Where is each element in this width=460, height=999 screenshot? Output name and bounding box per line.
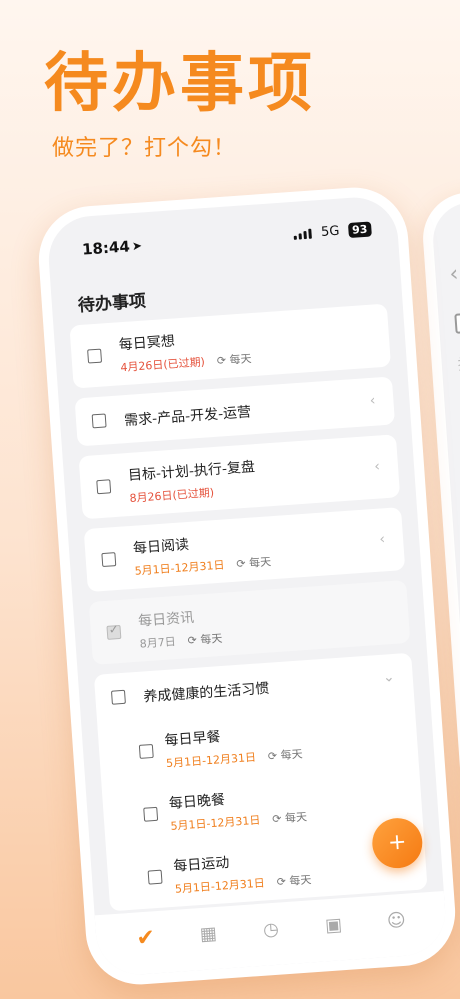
signal-icon bbox=[293, 228, 312, 240]
task-card[interactable]: 每日冥想 4月26日(已过期) ⟳ 每天 bbox=[69, 303, 392, 389]
subtask-checkbox[interactable] bbox=[147, 869, 163, 885]
repeat-icon: ⟳ 每天 bbox=[187, 631, 223, 648]
task-checkbox[interactable] bbox=[101, 551, 117, 567]
task-card[interactable]: 需求-产品-开发-运营 ‹ bbox=[74, 376, 396, 447]
subtask-date: 5月1日-12月31日 bbox=[174, 876, 266, 896]
phone-screen: 18:44 ➤ 5G 93 待办事项 每日冥想 4月26日(已过期) ⟳ 每天 bbox=[45, 194, 449, 978]
chevron-left-icon[interactable]: ‹ bbox=[374, 458, 381, 474]
task-checkbox[interactable] bbox=[87, 348, 103, 364]
repeat-icon: ⟳ 每天 bbox=[276, 873, 312, 889]
task-checkbox[interactable] bbox=[110, 689, 126, 705]
briefcase-icon[interactable]: ▣ bbox=[319, 910, 349, 940]
calendar-icon[interactable]: ▦ bbox=[193, 919, 223, 949]
task-repeat: 每天 bbox=[248, 555, 272, 570]
back-icon[interactable]: ‹ bbox=[449, 262, 460, 288]
hero-subtitle: 做完了？打个勾！ bbox=[52, 136, 237, 161]
task-date: 5月1日-12月31日 bbox=[134, 558, 225, 578]
task-date: 8月26日(已过期) bbox=[129, 486, 215, 505]
person-icon[interactable]: ☺ bbox=[381, 905, 411, 935]
task-card-done[interactable]: 每日资讯 8月7日 ⟳ 每天 bbox=[88, 579, 411, 665]
checkmark-icon[interactable]: ✔ bbox=[131, 923, 161, 953]
task-group-card[interactable]: 养成健康的生活习惯 ⌄ 每日早餐 5月1日-12月31日 ⟳ 每天 每日晚餐 5… bbox=[93, 652, 428, 912]
subtask-checkbox[interactable] bbox=[143, 806, 159, 822]
network-label: 5G bbox=[320, 223, 340, 240]
task-checkbox[interactable] bbox=[96, 478, 112, 494]
chevron-down-icon[interactable]: ⌄ bbox=[382, 669, 395, 686]
subtask-checkbox[interactable] bbox=[138, 743, 154, 759]
status-time: 18:44 bbox=[81, 237, 131, 259]
task-date: 4月26日(已过期) bbox=[120, 355, 206, 375]
subtask-list: 每日早餐 5月1日-12月31日 ⟳ 每天 每日晚餐 5月1日-12月31日 ⟳… bbox=[97, 701, 427, 912]
task-date: 8月7日 bbox=[139, 635, 177, 651]
task-list: 每日冥想 4月26日(已过期) ⟳ 每天 需求-产品-开发-运营 ‹ 目标-计划… bbox=[69, 303, 428, 922]
repeat-icon: ⟳ 每天 bbox=[271, 810, 308, 826]
task-card[interactable]: 目标-计划-执行-复盘 8月26日(已过期) ‹ bbox=[78, 434, 401, 520]
task-checkbox[interactable] bbox=[91, 413, 107, 429]
main-phone: 18:44 ➤ 5G 93 待办事项 每日冥想 4月26日(已过期) ⟳ 每天 bbox=[35, 184, 459, 988]
task-repeat: 每天 bbox=[229, 352, 252, 367]
subtask-date: 5月1日-12月31日 bbox=[170, 813, 261, 833]
task-repeat: 每天 bbox=[199, 631, 223, 647]
repeat-icon: ⟳ 每天 bbox=[235, 555, 272, 571]
chevron-left-icon[interactable]: ‹ bbox=[379, 531, 386, 547]
subtask-repeat: 每天 bbox=[288, 873, 312, 888]
page-title: 待办事项 bbox=[77, 291, 147, 317]
subtask-date: 5月1日-12月31日 bbox=[165, 750, 257, 771]
task-name: 需求-产品-开发-运营 bbox=[123, 404, 252, 430]
repeat-icon: ⟳ 每天 bbox=[216, 352, 252, 368]
task-card[interactable]: 每日阅读 5月1日-12月31日 ⟳ 每天 ‹ bbox=[83, 507, 406, 593]
battery-icon: 93 bbox=[347, 221, 372, 239]
status-bar: 18:44 ➤ 5G 93 bbox=[48, 219, 399, 267]
timer-icon[interactable]: ◷ bbox=[256, 914, 286, 944]
second-phone-checkbox[interactable] bbox=[454, 312, 460, 334]
task-name: 养成健康的生活习惯 bbox=[142, 680, 270, 706]
task-checkbox-checked[interactable] bbox=[106, 624, 122, 640]
subtask-repeat: 每天 bbox=[284, 810, 308, 825]
location-icon: ➤ bbox=[131, 238, 143, 254]
repeat-icon: ⟳ 每天 bbox=[267, 747, 303, 763]
hero-title: 待办事项 bbox=[44, 47, 316, 121]
chevron-left-icon[interactable]: ‹ bbox=[369, 393, 376, 409]
subtask-repeat: 每天 bbox=[280, 747, 303, 763]
